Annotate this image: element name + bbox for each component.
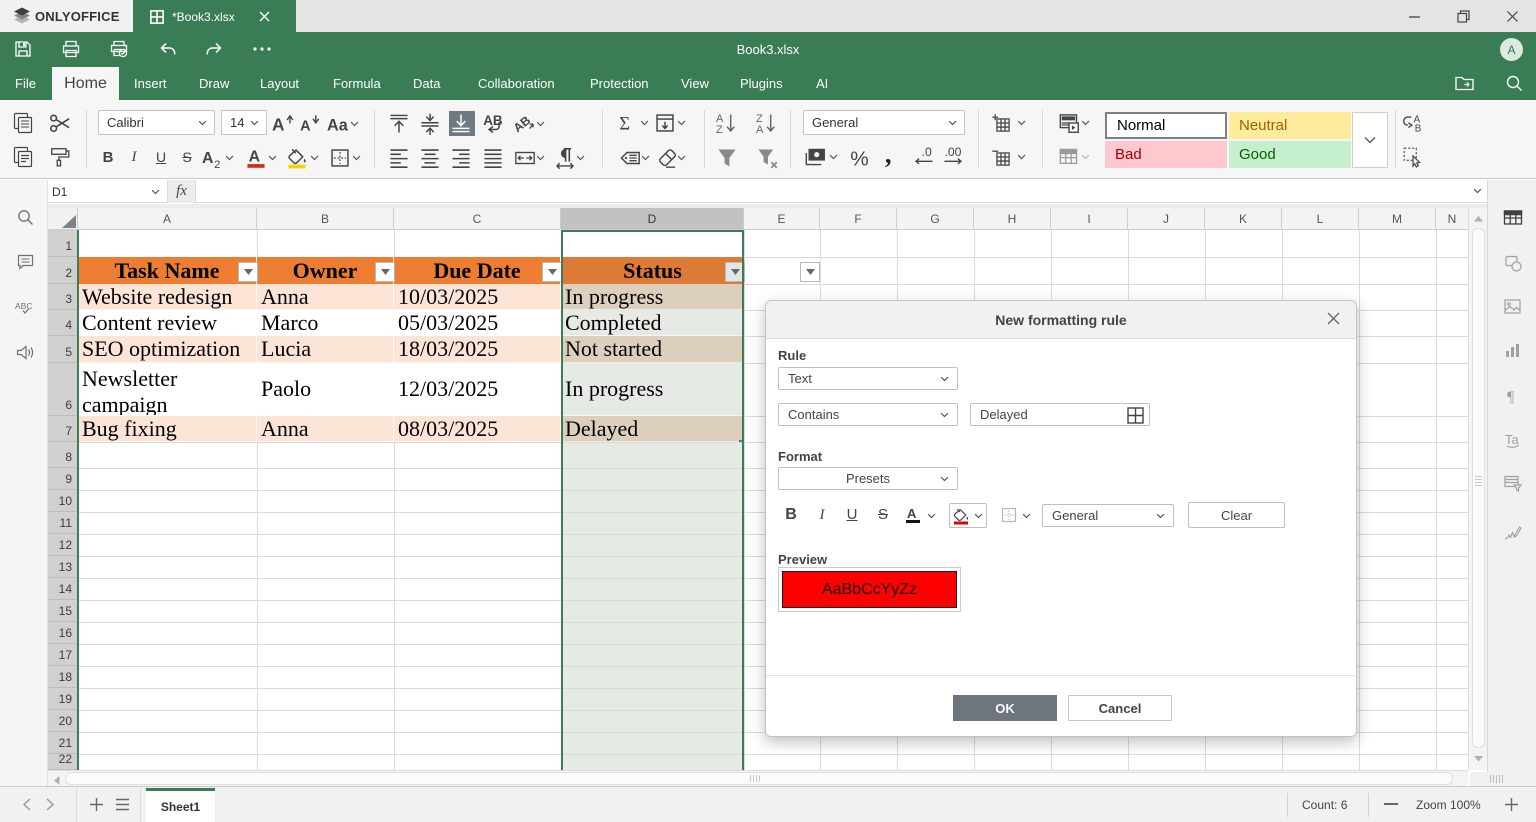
svg-text:ABC: ABC <box>15 301 32 311</box>
svg-text:A: A <box>907 506 917 521</box>
